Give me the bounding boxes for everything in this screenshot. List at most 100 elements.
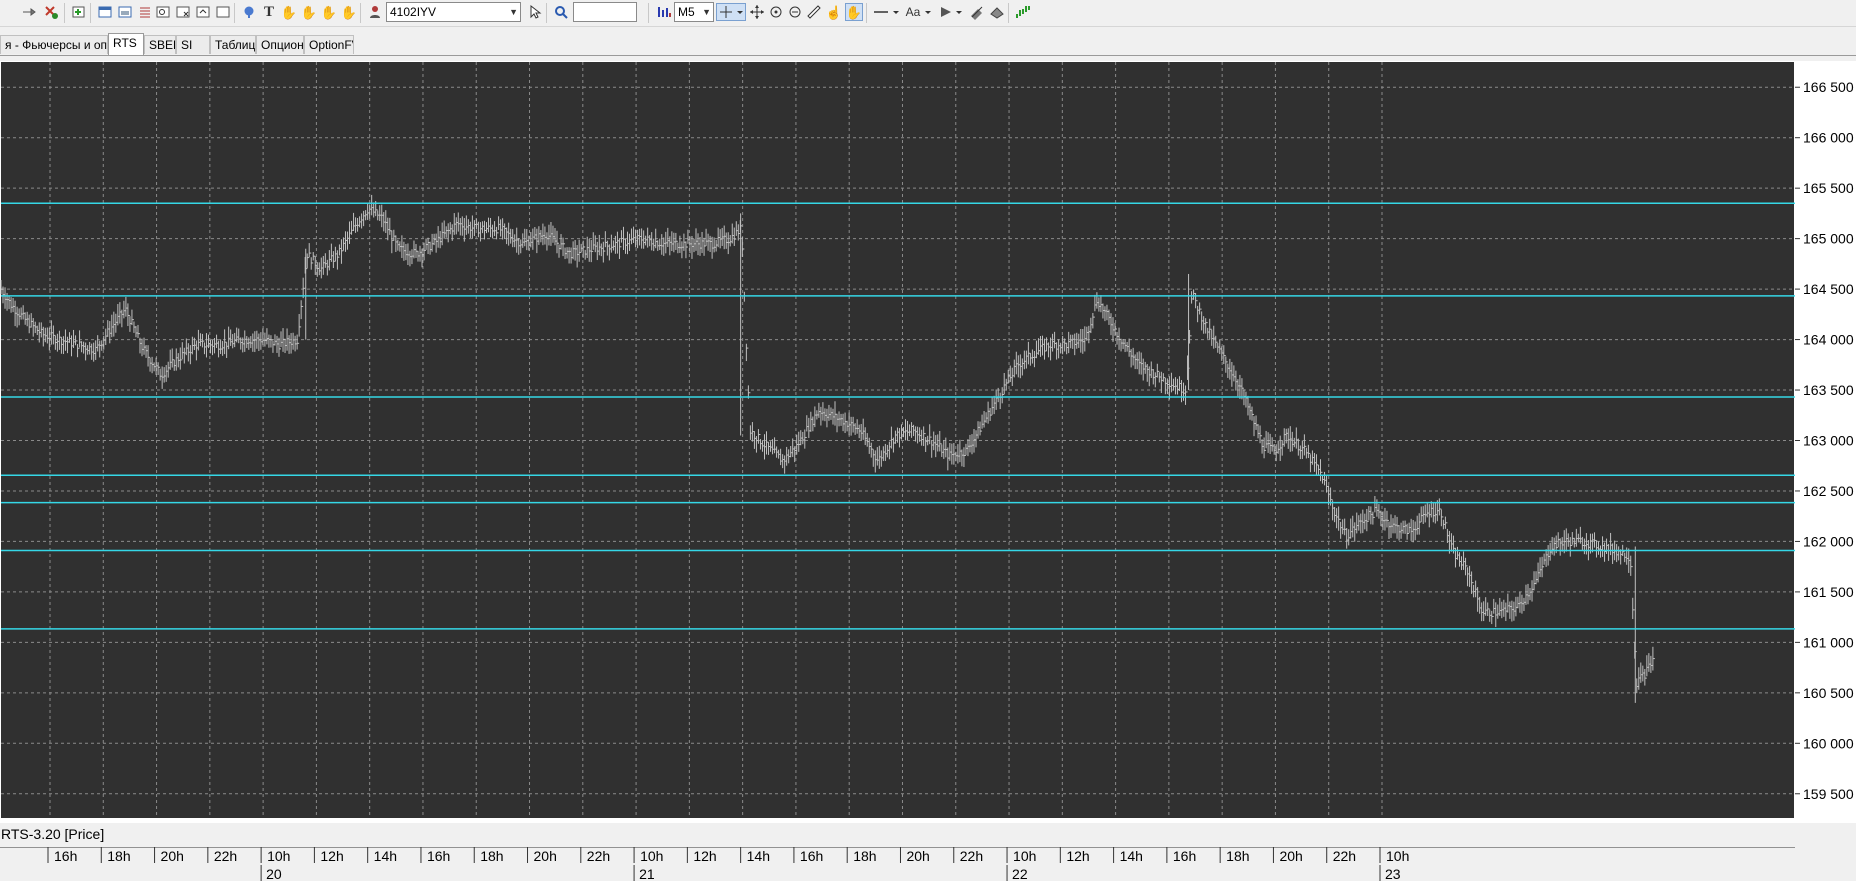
y-tick-label: 165 500 — [1803, 180, 1854, 196]
text-icon[interactable]: T — [260, 3, 278, 21]
date-tick-label: 20 — [266, 866, 282, 881]
date-tick-label: 22 — [1012, 866, 1028, 881]
font-button-label: Aa — [905, 5, 921, 19]
time-tick-label: 20h — [906, 848, 929, 864]
tab-sber[interactable]: SBER — [144, 35, 176, 54]
tab-bar: я - Фьючерсы и опционы RTS SBER SI Табли… — [0, 33, 1856, 56]
zoom-out-icon[interactable] — [786, 3, 804, 21]
ruler-icon[interactable] — [805, 3, 823, 21]
y-tick-label: 166 000 — [1803, 130, 1854, 146]
price-chart-canvas[interactable]: 1653511644331634311626561623841619101611… — [0, 61, 1856, 823]
window2-icon[interactable] — [116, 3, 134, 21]
y-tick-label: 163 000 — [1803, 433, 1854, 449]
move-icon[interactable] — [748, 3, 766, 21]
time-tick-label: 16h — [1173, 848, 1196, 864]
instrument-value: 4102IYV — [390, 5, 437, 19]
line-tool-icon[interactable] — [872, 3, 902, 21]
indicator-icon[interactable] — [1014, 3, 1032, 21]
list-icon[interactable] — [136, 3, 154, 21]
arrow-tool-icon[interactable] — [938, 3, 966, 21]
time-tick-label: 16h — [54, 848, 77, 864]
time-tick-label: 22h — [960, 848, 983, 864]
tab-options[interactable]: Опционы — [256, 35, 304, 54]
y-tick-label: 165 000 — [1803, 231, 1854, 247]
y-tick-label: 161 500 — [1803, 584, 1854, 600]
window-restore-icon[interactable] — [194, 3, 212, 21]
time-tick-label: 22h — [1333, 848, 1356, 864]
time-tick-label: 16h — [427, 848, 450, 864]
series-label-bar: RTS-3.20 [Price] — [0, 823, 1856, 847]
tab-option-fvv[interactable]: OptionFVV — [304, 35, 354, 54]
time-tick-label: 22h — [587, 848, 610, 864]
time-tick-label: 12h — [693, 848, 716, 864]
hand3-icon[interactable]: ✋ — [320, 3, 338, 21]
time-axis[interactable]: 16h 18h 20h 22h 10h 12h 14h 16h 18h 20h 22h 10h 12h 1… — [0, 847, 1856, 881]
font-icon[interactable]: Aa — [904, 3, 934, 21]
time-tick-label: 20h — [1279, 848, 1302, 864]
time-tick-label: 10h — [640, 848, 663, 864]
time-tick-label: 18h — [853, 848, 876, 864]
crosshair-icon[interactable] — [716, 3, 746, 21]
time-tick-label: 18h — [107, 848, 130, 864]
bar-chart-icon[interactable] — [655, 3, 673, 21]
time-tick-label: 16h — [800, 848, 823, 864]
time-tick-label: 10h — [1013, 848, 1036, 864]
window-icon[interactable] — [96, 3, 114, 21]
cursor-icon[interactable] — [526, 3, 544, 21]
date-tick-label: 23 — [1385, 866, 1401, 881]
time-axis-canvas: 16h 18h 20h 22h 10h 12h 14h 16h 18h 20h 22h 10h 12h 1… — [0, 847, 1795, 881]
chevron-down-icon: ▼ — [509, 7, 518, 17]
time-tick-label: 10h — [1386, 848, 1409, 864]
series-label: RTS-3.20 [Price] — [1, 826, 105, 842]
instrument-select[interactable]: 4102IYV ▼ — [386, 2, 521, 22]
eraser-icon[interactable] — [968, 3, 986, 21]
time-tick-label: 14h — [374, 848, 397, 864]
magnifier-icon[interactable] — [552, 3, 570, 21]
price-axis[interactable]: 166 500 166 000 165 500 165 000 164 500 164 0… — [1795, 61, 1856, 823]
time-tick-label: 18h — [480, 848, 503, 864]
search-chart-icon[interactable] — [154, 3, 172, 21]
add-chart-icon[interactable] — [70, 3, 88, 21]
date-tick-label: 21 — [639, 866, 655, 881]
y-tick-label: 162 500 — [1803, 483, 1854, 499]
time-tick-label: 12h — [1066, 848, 1089, 864]
tab-rts[interactable]: RTS — [108, 33, 144, 55]
hand4-icon[interactable]: ✋ — [340, 3, 358, 21]
y-tick-label: 161 000 — [1803, 634, 1854, 650]
y-tick-label: 160 000 — [1803, 735, 1854, 751]
y-tick-label: 166 500 — [1803, 79, 1854, 95]
window-icon-2[interactable] — [214, 3, 232, 21]
timeframe-select[interactable]: M5 ▼ — [674, 2, 714, 22]
info-icon[interactable] — [240, 3, 258, 21]
y-tick-label: 162 000 — [1803, 533, 1854, 549]
hand-icon[interactable]: ✋ — [280, 3, 298, 21]
y-tick-label: 160 500 — [1803, 685, 1854, 701]
pointer-icon[interactable]: ☝ — [825, 3, 843, 21]
tab-si[interactable]: SI — [176, 35, 210, 54]
time-tick-label: 22h — [214, 848, 237, 864]
layers-icon[interactable] — [988, 3, 1006, 21]
time-tick-label: 20h — [534, 848, 557, 864]
time-tick-label: 10h — [267, 848, 290, 864]
window-close-icon[interactable] — [174, 3, 192, 21]
time-tick-label: 12h — [320, 848, 343, 864]
tab-tables[interactable]: Таблицы — [210, 35, 256, 54]
target-icon[interactable] — [767, 3, 785, 21]
hand2-icon[interactable]: ✋ — [300, 3, 318, 21]
price-chart[interactable]: 1653511644331634311626561623841619101611… — [0, 61, 1856, 823]
main-toolbar: T ✋ ✋ ✋ ✋ 4102IYV ▼ M5 ▼ ☝ ✋ Aa — [0, 0, 1856, 27]
chevron-down-icon: ▼ — [702, 7, 711, 17]
pin-icon[interactable] — [20, 3, 38, 21]
delete-drawings-icon[interactable] — [42, 3, 60, 21]
search-input[interactable] — [573, 2, 637, 22]
time-tick-label: 14h — [1120, 848, 1143, 864]
time-tick-label: 14h — [747, 848, 770, 864]
pan-icon[interactable]: ✋ — [845, 3, 863, 21]
y-tick-label: 164 500 — [1803, 281, 1854, 297]
tab-futures-options[interactable]: я - Фьючерсы и опционы — [0, 35, 108, 54]
y-tick-label: 163 500 — [1803, 382, 1854, 398]
time-tick-label: 18h — [1226, 848, 1249, 864]
timeframe-value: M5 — [678, 5, 695, 19]
user-icon[interactable] — [366, 3, 384, 21]
y-tick-label: 159 500 — [1803, 786, 1854, 802]
